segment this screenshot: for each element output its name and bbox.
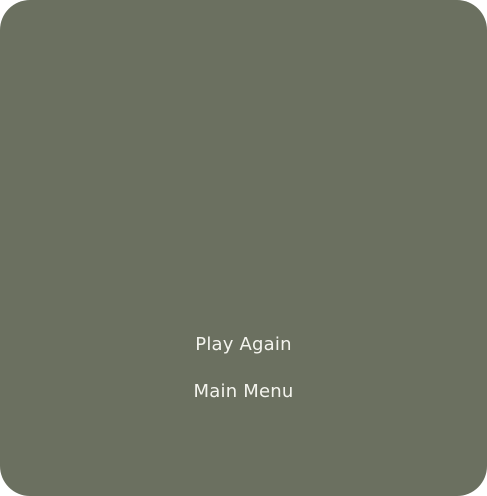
game-over-panel: Play Again Main Menu	[0, 0, 487, 496]
main-menu-button[interactable]: Main Menu	[0, 381, 487, 402]
play-again-button[interactable]: Play Again	[0, 334, 487, 355]
